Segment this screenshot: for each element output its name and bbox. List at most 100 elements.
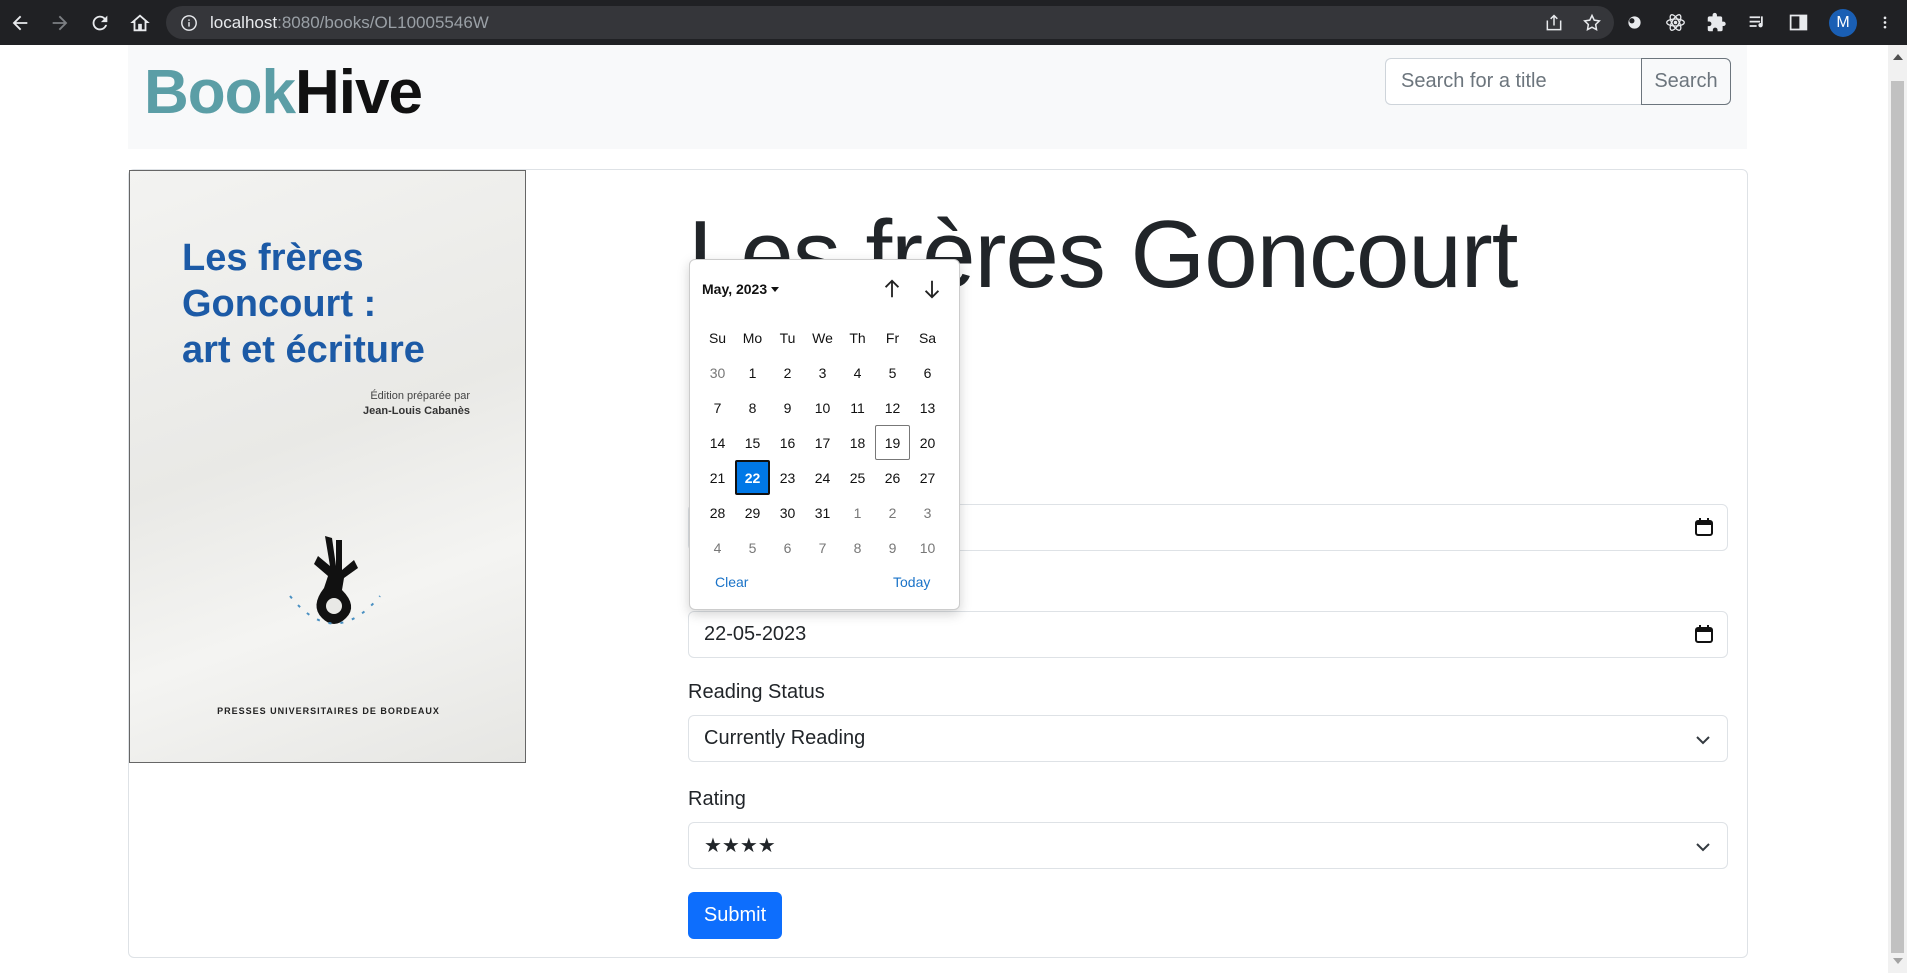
calendar-day-selected[interactable]: 22 <box>735 460 770 495</box>
bookmark-star-icon[interactable] <box>1582 13 1602 33</box>
home-icon[interactable] <box>120 0 160 45</box>
back-icon[interactable] <box>0 0 40 45</box>
calendar-day[interactable]: 10 <box>910 530 945 565</box>
weekday-header: Sa <box>918 329 937 346</box>
weekday-header: We <box>812 329 833 346</box>
calendar-day[interactable]: 30 <box>770 495 805 530</box>
profile-avatar[interactable]: M <box>1829 8 1857 37</box>
extensions-puzzle-icon[interactable] <box>1706 12 1727 33</box>
scroll-thumb[interactable] <box>1891 81 1904 953</box>
weekday-header: Tu <box>779 329 796 346</box>
clear-date-button[interactable]: Clear <box>715 574 748 590</box>
caret-down-icon <box>771 286 780 292</box>
cover-publisher: PRESSES UNIVERSITAIRES DE BORDEAUX <box>217 706 440 716</box>
calendar-day[interactable]: 8 <box>840 530 875 565</box>
finish-date-value: 22-05-2023 <box>704 623 807 645</box>
reading-status-value: Currently Reading <box>704 727 866 749</box>
next-month-button[interactable] <box>917 274 947 304</box>
calendar-day[interactable]: 9 <box>875 530 910 565</box>
calendar-day[interactable]: 28 <box>700 495 735 530</box>
finish-date-input[interactable]: 22-05-2023 <box>688 611 1728 658</box>
chrome-menu-icon[interactable] <box>1877 12 1893 33</box>
page-scrollbar[interactable] <box>1888 45 1907 973</box>
calendar-day[interactable]: 12 <box>875 390 910 425</box>
calendar-icon[interactable] <box>1695 518 1713 536</box>
calendar-day[interactable]: 17 <box>805 425 840 460</box>
calendar-day[interactable]: 6 <box>770 530 805 565</box>
weekday-header: Mo <box>742 329 763 346</box>
calendar-day[interactable]: 10 <box>805 390 840 425</box>
logo-book-text: Book <box>144 58 296 127</box>
reload-icon[interactable] <box>80 0 120 45</box>
calendar-day[interactable]: 20 <box>910 425 945 460</box>
logo-hive-text: Hive <box>295 58 423 127</box>
calendar-day[interactable]: 7 <box>805 530 840 565</box>
address-bar[interactable]: localhost:8080/books/OL10005546W <box>166 6 1614 39</box>
calendar-day[interactable]: 2 <box>875 495 910 530</box>
chevron-down-icon <box>1696 843 1710 852</box>
react-devtools-icon[interactable] <box>1665 12 1686 33</box>
calendar-day[interactable]: 16 <box>770 425 805 460</box>
weekday-header: Fr <box>885 329 900 346</box>
calendar-day[interactable]: 21 <box>700 460 735 495</box>
calendar-day[interactable]: 6 <box>910 355 945 390</box>
forward-icon[interactable] <box>40 0 80 45</box>
calendar-day[interactable]: 3 <box>910 495 945 530</box>
calendar-day[interactable]: 4 <box>700 530 735 565</box>
calendar-day[interactable]: 2 <box>770 355 805 390</box>
calendar-day[interactable]: 1 <box>840 495 875 530</box>
arrow-down-icon <box>924 280 940 299</box>
calendar-day[interactable]: 9 <box>770 390 805 425</box>
reading-status-select[interactable]: Currently Reading <box>688 715 1728 762</box>
month-year-selector[interactable]: May, 2023 <box>702 281 780 297</box>
calendar-day[interactable]: 30 <box>700 355 735 390</box>
site-header: BookHive Search <box>128 45 1747 149</box>
cover-editor: Édition préparée par Jean-Louis Cabanès <box>363 390 470 417</box>
publisher-emblem-icon <box>289 536 381 625</box>
calendar-day[interactable]: 29 <box>735 495 770 530</box>
share-icon[interactable] <box>1544 13 1564 33</box>
calendar-day-today[interactable]: 19 <box>875 425 910 460</box>
submit-button[interactable]: Submit <box>688 892 782 939</box>
title-search-input[interactable] <box>1385 58 1641 105</box>
scroll-down-arrow-icon[interactable] <box>1893 958 1903 964</box>
scroll-up-arrow-icon[interactable] <box>1893 54 1903 60</box>
calendar-day[interactable]: 23 <box>770 460 805 495</box>
calendar-day[interactable]: 4 <box>840 355 875 390</box>
calendar-day[interactable]: 26 <box>875 460 910 495</box>
calendar-icon[interactable] <box>1695 625 1713 643</box>
search-button[interactable]: Search <box>1641 58 1731 105</box>
calendar-day[interactable]: 5 <box>735 530 770 565</box>
calendar-day[interactable]: 1 <box>735 355 770 390</box>
site-info-icon[interactable] <box>180 14 198 32</box>
calendar-day[interactable]: 25 <box>840 460 875 495</box>
chevron-down-icon <box>1696 736 1710 745</box>
calendar-day[interactable]: 24 <box>805 460 840 495</box>
today-button[interactable]: Today <box>893 574 930 590</box>
calendar-day[interactable]: 8 <box>735 390 770 425</box>
calendar-day[interactable]: 27 <box>910 460 945 495</box>
calendar-day[interactable]: 14 <box>700 425 735 460</box>
calendar-day[interactable]: 7 <box>700 390 735 425</box>
book-cover-image: Les frères Goncourt : art et écriture Éd… <box>129 170 526 763</box>
calendar-grid: Su Mo Tu We Th Fr Sa 30 1 2 3 4 5 6 7 8 9 10 11 12 13 14 15 16 1… <box>700 320 945 565</box>
calendar-day[interactable]: 15 <box>735 425 770 460</box>
bookhive-logo[interactable]: BookHive <box>144 57 423 128</box>
calendar-day[interactable]: 13 <box>910 390 945 425</box>
calendar-day[interactable]: 11 <box>840 390 875 425</box>
url-text: localhost:8080/books/OL10005546W <box>210 12 489 32</box>
reading-status-label: Reading Status <box>688 681 825 703</box>
media-control-icon[interactable] <box>1747 12 1768 33</box>
weekday-header: Th <box>849 329 866 346</box>
calendar-day[interactable]: 3 <box>805 355 840 390</box>
calendar-day[interactable]: 31 <box>805 495 840 530</box>
weekday-header: Su <box>708 329 727 346</box>
side-panel-icon[interactable] <box>1788 12 1809 33</box>
rating-select[interactable]: ★★★★ <box>688 822 1728 869</box>
calendar-day[interactable]: 18 <box>840 425 875 460</box>
cover-title: Les frères Goncourt : art et écriture <box>182 237 425 371</box>
rating-value: ★★★★ <box>704 835 776 857</box>
extension-icon[interactable] <box>1624 12 1645 33</box>
previous-month-button[interactable] <box>877 274 907 304</box>
calendar-day[interactable]: 5 <box>875 355 910 390</box>
